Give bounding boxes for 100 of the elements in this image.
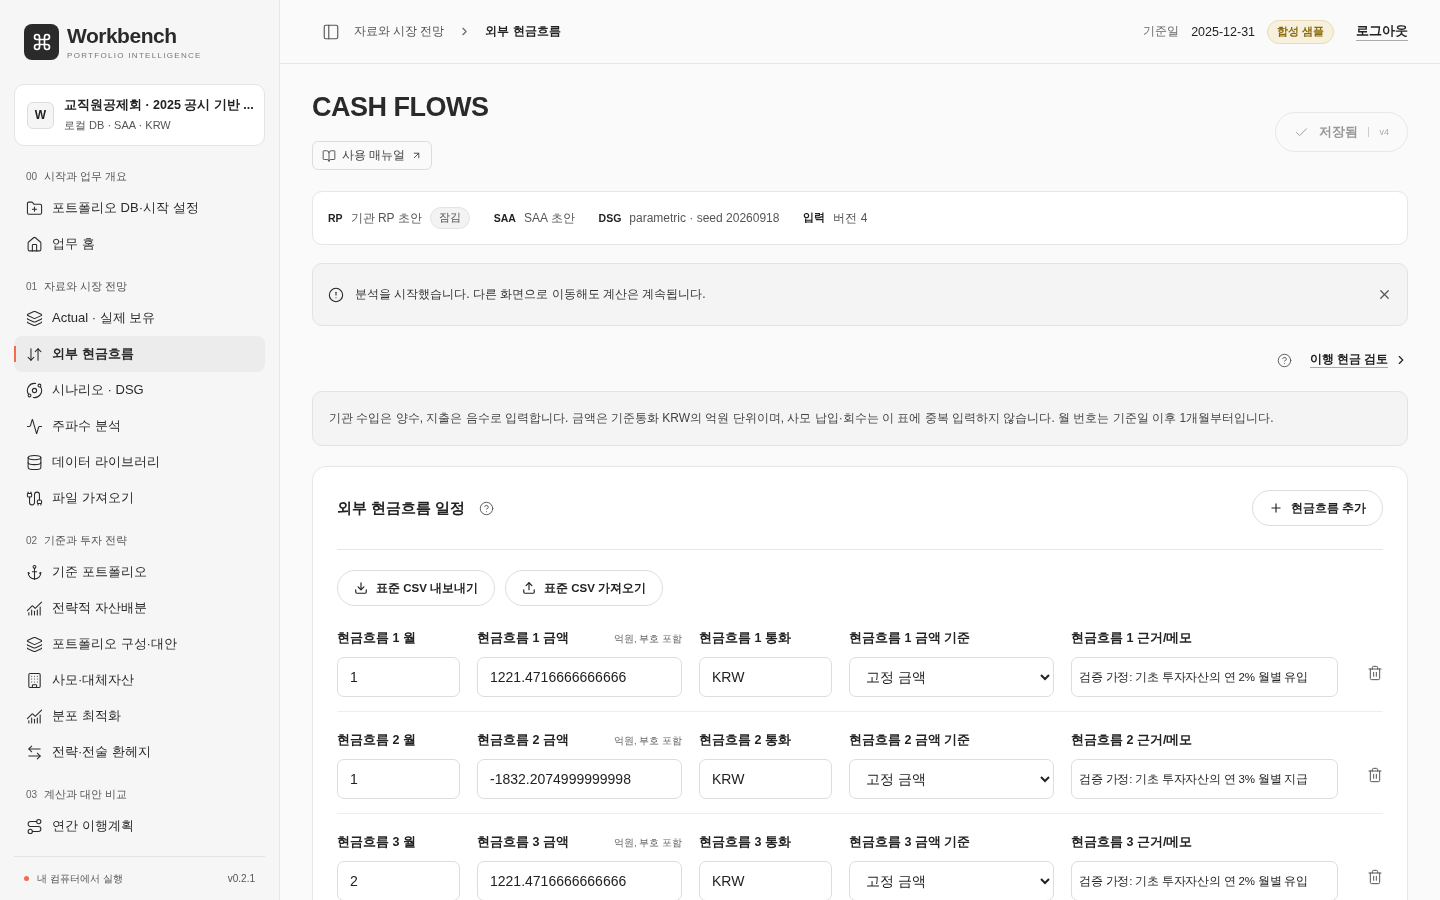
sidebar-item[interactable]: 전략적 자산배분 bbox=[14, 590, 265, 626]
field-label: 현금흐름 2 금액 기준 bbox=[849, 732, 971, 749]
sidebar-item[interactable]: 분포 최적화 bbox=[14, 698, 265, 734]
group-title: 기준과 투자 전략 bbox=[44, 534, 127, 548]
memo-field[interactable]: 검증 가정: 기초 투자자산의 연 3% 월별 지급 bbox=[1071, 759, 1338, 799]
logout-link[interactable]: 로그아웃 bbox=[1356, 22, 1408, 41]
month-field[interactable]: 1 bbox=[337, 759, 460, 799]
sidebar-item[interactable]: 포트폴리오 DB·시작 설정 bbox=[14, 190, 265, 226]
group-number: 00 bbox=[26, 171, 38, 182]
breadcrumb-item: 외부 현금흐름 bbox=[485, 24, 561, 39]
layers-icon bbox=[26, 635, 43, 653]
route-icon bbox=[26, 817, 43, 835]
field-hint: 억원, 부호 포함 bbox=[614, 735, 682, 748]
basis-select[interactable]: 고정 금액 bbox=[849, 657, 1054, 697]
logo-icon bbox=[24, 24, 59, 60]
field-label: 현금흐름 3 금액 기준 bbox=[849, 834, 971, 851]
field-label: 현금흐름 2 통화 bbox=[699, 732, 791, 749]
alert-message: 분석을 시작했습니다. 다른 화면으로 이동해도 계산은 계속됩니다. bbox=[355, 286, 707, 303]
basis-select[interactable]: 고정 금액 bbox=[849, 861, 1054, 900]
group-number: 03 bbox=[26, 789, 38, 800]
project-title: 교직원공제회 · 2025 공시 기반 ... bbox=[64, 97, 254, 114]
project-card[interactable]: W 교직원공제회 · 2025 공시 기반 ... 로컬 DB · SAA · KRW bbox=[14, 84, 265, 146]
brand-tagline: PORTFOLIO INTELLIGENCE bbox=[67, 51, 202, 60]
sidebar-item[interactable]: 업무 홈 bbox=[14, 226, 265, 262]
context-value: SAA 초안 bbox=[523, 209, 575, 227]
house-icon bbox=[26, 235, 43, 253]
currency-field[interactable]: KRW bbox=[699, 861, 832, 900]
upload-icon bbox=[522, 581, 537, 595]
basis-select[interactable]: 고정 금액 bbox=[849, 759, 1054, 799]
pulse-icon bbox=[26, 417, 43, 435]
review-link[interactable]: 이행 현금 검토 bbox=[1309, 352, 1408, 368]
field-label: 현금흐름 2 근거/메모 bbox=[1071, 732, 1193, 749]
schedule-title: 외부 현금흐름 일정 bbox=[337, 498, 466, 518]
export-csv-button[interactable]: 표준 CSV 내보내기 bbox=[337, 570, 496, 606]
amount-field[interactable]: 1221.4716666666666 bbox=[477, 861, 682, 900]
context-key: 입력 bbox=[803, 211, 826, 225]
status-label: 내 컴퓨터에서 실행 bbox=[37, 871, 123, 886]
add-cashflow-button[interactable]: 현금흐름 추가 bbox=[1251, 490, 1383, 526]
up-down-arrows-icon bbox=[26, 345, 43, 363]
layers-icon bbox=[26, 309, 43, 327]
memo-field[interactable]: 검증 가정: 기초 투자자산의 연 2% 월별 유입 bbox=[1071, 657, 1338, 697]
group-title: 자료와 시장 전망 bbox=[44, 280, 127, 294]
sample-badge: 합성 샘플 bbox=[1267, 19, 1334, 44]
sidebar-item[interactable]: 전략·전술 환헤지 bbox=[14, 734, 265, 770]
manual-button[interactable]: 사용 매뉴얼 bbox=[312, 141, 433, 170]
orbit-icon bbox=[26, 381, 43, 399]
sidebar-item[interactable]: 연간 이행계획 bbox=[14, 808, 265, 844]
date-value: 2025-12-31 bbox=[1191, 24, 1256, 39]
bar-chart-icon bbox=[26, 707, 43, 725]
context-value: parametric · seed 20260918 bbox=[629, 211, 780, 225]
sidebar-item[interactable]: 파일 가져오기 bbox=[14, 480, 265, 516]
sidebar-item[interactable]: 데이터 라이브러리 bbox=[14, 444, 265, 480]
import-csv-button[interactable]: 표준 CSV 가져오기 bbox=[505, 570, 664, 606]
field-label: 현금흐름 3 월 bbox=[337, 834, 416, 851]
download-icon bbox=[354, 581, 368, 595]
sidebar-item[interactable]: 포트폴리오 구성·대안 bbox=[14, 626, 265, 662]
book-icon bbox=[322, 148, 336, 163]
field-label: 현금흐름 1 월 bbox=[337, 630, 416, 647]
close-icon[interactable] bbox=[1377, 287, 1392, 302]
sidebar-item[interactable]: 사모·대체자산 bbox=[14, 662, 265, 698]
amount-field[interactable]: -1832.2074999999998 bbox=[477, 759, 682, 799]
date-label: 기준일 bbox=[1143, 24, 1180, 39]
help-icon[interactable] bbox=[1276, 352, 1292, 368]
group-title: 계산과 대안 비교 bbox=[44, 788, 127, 802]
brand-name: Workbench bbox=[67, 24, 178, 48]
sidebar-toggle-icon[interactable] bbox=[322, 22, 340, 41]
field-label: 현금흐름 1 금액 기준 bbox=[849, 630, 971, 647]
cable-icon bbox=[26, 489, 43, 507]
breadcrumb-item[interactable]: 자료와 시장 전망 bbox=[354, 24, 445, 39]
sidebar-item[interactable]: Actual · 실제 보유 bbox=[14, 300, 265, 336]
currency-field[interactable]: KRW bbox=[699, 657, 832, 697]
context-key: RP bbox=[328, 212, 343, 224]
save-label: 저장됨 bbox=[1319, 123, 1359, 141]
context-key: DSG bbox=[598, 212, 622, 224]
context-key: SAA bbox=[493, 212, 516, 224]
group-number: 02 bbox=[26, 535, 38, 546]
project-subtitle: 로컬 DB · SAA · KRW bbox=[64, 118, 172, 133]
field-label: 현금흐름 2 월 bbox=[337, 732, 416, 749]
help-icon[interactable] bbox=[479, 500, 495, 516]
sidebar-item[interactable]: 외부 현금흐름 bbox=[14, 336, 265, 372]
month-field[interactable]: 2 bbox=[337, 861, 460, 900]
group-title: 시작과 업무 개요 bbox=[44, 170, 127, 184]
amount-field[interactable]: 1221.4716666666666 bbox=[477, 657, 682, 697]
context-value: 기관 RP 초안 bbox=[350, 209, 422, 227]
database-icon bbox=[26, 453, 43, 471]
sidebar-item[interactable]: 주파수 분석 bbox=[14, 408, 265, 444]
field-label: 현금흐름 3 근거/메모 bbox=[1071, 834, 1193, 851]
sidebar-item[interactable]: 시나리오 · DSG bbox=[14, 372, 265, 408]
field-label: 현금흐름 1 통화 bbox=[699, 630, 791, 647]
currency-field[interactable]: KRW bbox=[699, 759, 832, 799]
month-field[interactable]: 1 bbox=[337, 657, 460, 697]
note-text: 기관 수입은 양수, 지출은 음수로 입력합니다. 금액은 기준통화 KRW의 억원 단위이며, 사모 납입·회수는 이 표에 중복 입력하지 않습니다. 월 번호는 기준일 이후 1개월부터입니다. bbox=[312, 391, 1408, 446]
field-hint: 억원, 부호 포함 bbox=[614, 633, 682, 646]
sidebar-item[interactable]: 기준 포트폴리오 bbox=[14, 554, 265, 590]
plus-icon bbox=[1268, 501, 1283, 515]
memo-field[interactable]: 검증 가정: 기초 투자자산의 연 2% 월별 유입 bbox=[1071, 861, 1338, 900]
swap-arrows-icon bbox=[26, 743, 43, 761]
lock-tag: 잠김 bbox=[429, 207, 470, 229]
anchor-icon bbox=[26, 563, 43, 581]
project-avatar: W bbox=[27, 101, 54, 129]
